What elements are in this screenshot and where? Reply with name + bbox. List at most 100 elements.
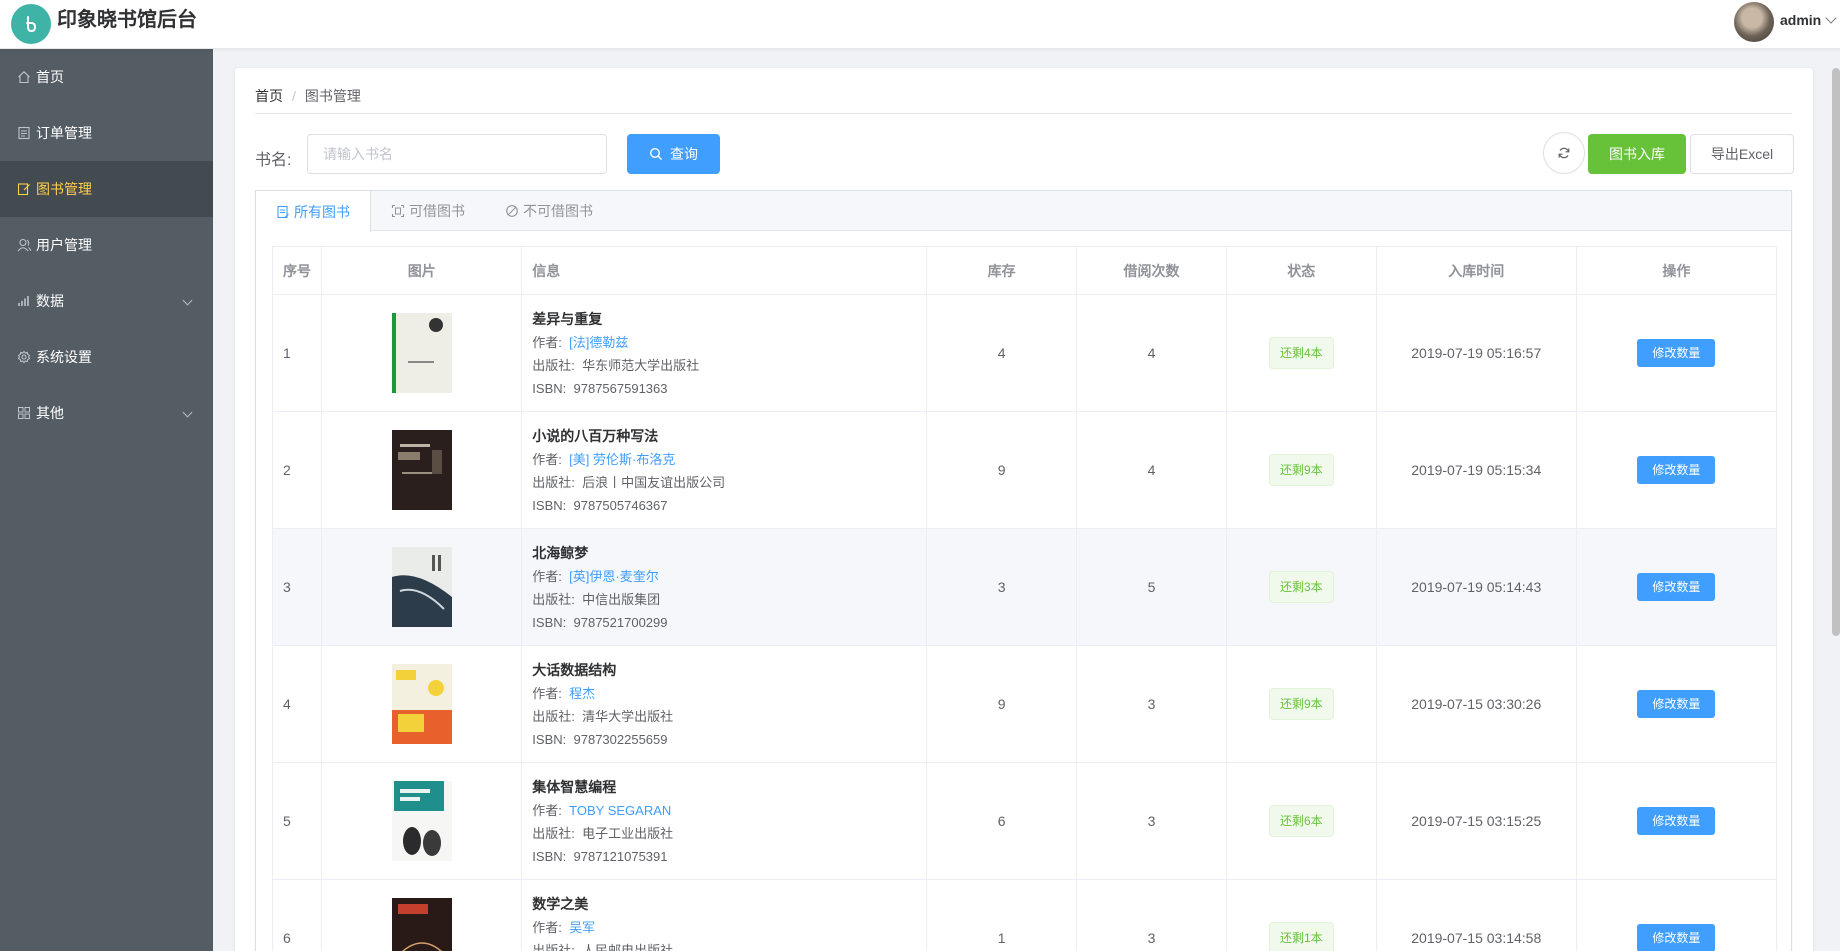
gear-icon	[16, 349, 32, 365]
status-badge: 还剩3本	[1268, 571, 1334, 603]
table-row[interactable]: 3 北海鲸梦 作者: [英]伊恩·麦奎尔 出版社: 中信出版集团 ISBN: 9…	[271, 528, 1778, 646]
tab-unavailable-books[interactable]: 不可借图书	[485, 191, 613, 231]
modify-quantity-button[interactable]: 修改数量	[1637, 807, 1716, 835]
status-cell: 还剩3本	[1225, 528, 1377, 646]
modify-quantity-button[interactable]: 修改数量	[1637, 573, 1716, 601]
sidebar-item-data[interactable]: 数据	[0, 273, 213, 329]
avatar[interactable]	[1734, 2, 1774, 42]
action-cell: 修改数量	[1575, 411, 1778, 529]
column-header: 状态	[1225, 246, 1377, 295]
sidebar-item-orders[interactable]: 订单管理	[0, 105, 213, 161]
borrow-count-cell: 3	[1076, 762, 1227, 880]
sidebar-item-books[interactable]: 图书管理	[0, 161, 213, 217]
stock-cell: 3	[926, 528, 1078, 646]
book-cover-image[interactable]	[391, 313, 452, 393]
cover-cell	[321, 411, 523, 529]
sidebar-item-users[interactable]: 用户管理	[0, 217, 213, 273]
chevron-down-icon[interactable]	[1825, 12, 1837, 24]
column-header: 操作	[1575, 246, 1778, 295]
table-row[interactable]: 1 差异与重复 作者: [法]德勒兹 出版社: 华东师范大学出版社 ISBN: …	[271, 294, 1778, 412]
author-link[interactable]: 吴军	[569, 920, 595, 935]
export-excel-button[interactable]: 导出Excel	[1690, 134, 1794, 174]
app-logo[interactable]	[11, 4, 51, 44]
stock-time-cell: 2019-07-15 03:30:26	[1375, 645, 1577, 763]
refresh-icon	[1558, 147, 1570, 159]
main-card: 首页 / 图书管理 书名: 查询 图书入库 导出Excel 所有图书 可借图书 不可…	[235, 68, 1813, 951]
table-row[interactable]: 5 集体智慧编程 作者: TOBY SEGARAN 出版社: 电子工业出版社 I…	[271, 762, 1778, 880]
table-row[interactable]: 6 数学之美 作者: 吴军 出版社: 人民邮电出版社 ISBN: 1 3	[271, 879, 1778, 951]
borrow-count-cell: 3	[1076, 645, 1227, 763]
top-header: 印象晓书馆后台 admin	[0, 0, 1840, 49]
app-title: 印象晓书馆后台	[57, 9, 197, 31]
book-cover-image[interactable]	[391, 781, 452, 861]
publisher-value: 华东师范大学出版社	[582, 357, 700, 373]
tab-available-books[interactable]: 可借图书	[371, 191, 485, 231]
author-link[interactable]: [法]德勒兹	[569, 335, 628, 350]
row-index: 1	[271, 294, 323, 412]
author-link[interactable]: 程杰	[569, 686, 595, 701]
book-cover-image[interactable]	[391, 430, 452, 510]
tab-label: 可借图书	[409, 203, 465, 219]
book-info-cell: 集体智慧编程 作者: TOBY SEGARAN 出版社: 电子工业出版社 ISB…	[521, 762, 928, 880]
borrow-count-cell: 3	[1076, 879, 1227, 951]
book-author-line: 作者: [美] 劳伦斯·布洛克	[532, 448, 926, 471]
publisher-value: 后浪丨中国友谊出版公司	[582, 474, 726, 490]
action-cell: 修改数量	[1575, 645, 1778, 763]
edit-icon	[16, 181, 32, 197]
publisher-value: 电子工业出版社	[582, 825, 674, 841]
sidebar-item-other[interactable]: 其他	[0, 385, 213, 441]
borrow-count-cell: 5	[1076, 528, 1227, 646]
column-header: 图片	[321, 246, 523, 295]
search-input[interactable]	[307, 134, 607, 174]
book-cover-image[interactable]	[391, 664, 452, 744]
sidebar-item-home[interactable]: 首页	[0, 49, 213, 105]
book-info-cell: 北海鲸梦 作者: [英]伊恩·麦奎尔 出版社: 中信出版集团 ISBN: 978…	[521, 528, 928, 646]
book-info-cell: 大话数据结构 作者: 程杰 出版社: 清华大学出版社 ISBN: 9787302…	[521, 645, 928, 763]
modify-quantity-button[interactable]: 修改数量	[1637, 456, 1716, 484]
book-publisher-line: 出版社: 电子工业出版社	[532, 822, 926, 845]
sidebar-item-label: 用户管理	[36, 237, 92, 253]
book-cover-image[interactable]	[391, 898, 452, 951]
cover-cell	[321, 645, 523, 763]
status-badge: 还剩4本	[1268, 337, 1334, 369]
status-badge: 还剩6本	[1268, 805, 1334, 837]
query-button[interactable]: 查询	[627, 134, 720, 174]
book-cover-image[interactable]	[391, 547, 452, 627]
table-row[interactable]: 4 大话数据结构 作者: 程杰 出版社: 清华大学出版社 ISBN: 97873…	[271, 645, 1778, 763]
modify-quantity-button[interactable]: 修改数量	[1637, 339, 1716, 367]
home-icon	[16, 69, 32, 85]
query-button-label: 查询	[670, 146, 698, 162]
status-cell: 还剩9本	[1225, 411, 1377, 529]
sidebar-item-label: 图书管理	[36, 181, 92, 197]
sidebar-item-settings[interactable]: 系统设置	[0, 329, 213, 385]
stock-time-cell: 2019-07-15 03:14:58	[1375, 879, 1577, 951]
table-row[interactable]: 2 小说的八百万种写法 作者: [美] 劳伦斯·布洛克 出版社: 后浪丨中国友谊…	[271, 411, 1778, 529]
status-cell: 还剩6本	[1225, 762, 1377, 880]
breadcrumb-separator: /	[292, 88, 296, 104]
stock-in-button[interactable]: 图书入库	[1588, 134, 1686, 174]
publisher-prefix: 出版社:	[532, 825, 575, 841]
tab-label: 不可借图书	[523, 203, 593, 219]
action-cell: 修改数量	[1575, 528, 1778, 646]
action-cell: 修改数量	[1575, 762, 1778, 880]
book-isbn-line: ISBN: 9787505746367	[532, 494, 926, 517]
modify-quantity-button[interactable]: 修改数量	[1637, 690, 1716, 718]
author-link[interactable]: [美] 劳伦斯·布洛克	[569, 452, 675, 467]
tabs-header: 所有图书 可借图书 不可借图书	[256, 191, 1791, 232]
author-prefix: 作者:	[532, 451, 562, 467]
stock-time-cell: 2019-07-19 05:15:34	[1375, 411, 1577, 529]
column-header: 库存	[926, 246, 1078, 295]
refresh-button[interactable]	[1543, 132, 1585, 174]
author-link[interactable]: TOBY SEGARAN	[569, 803, 671, 818]
author-link[interactable]: [英]伊恩·麦奎尔	[569, 569, 659, 584]
user-name[interactable]: admin	[1780, 11, 1821, 29]
tab-all-books[interactable]: 所有图书	[256, 191, 371, 232]
modify-quantity-button[interactable]: 修改数量	[1637, 924, 1716, 951]
author-prefix: 作者:	[532, 919, 562, 935]
breadcrumb-home[interactable]: 首页	[255, 88, 283, 104]
book-author-line: 作者: TOBY SEGARAN	[532, 799, 926, 822]
page-scrollbar[interactable]	[1832, 68, 1840, 636]
publisher-prefix: 出版社:	[532, 942, 575, 951]
status-cell: 还剩1本	[1225, 879, 1377, 951]
stock-cell: 4	[926, 294, 1078, 412]
